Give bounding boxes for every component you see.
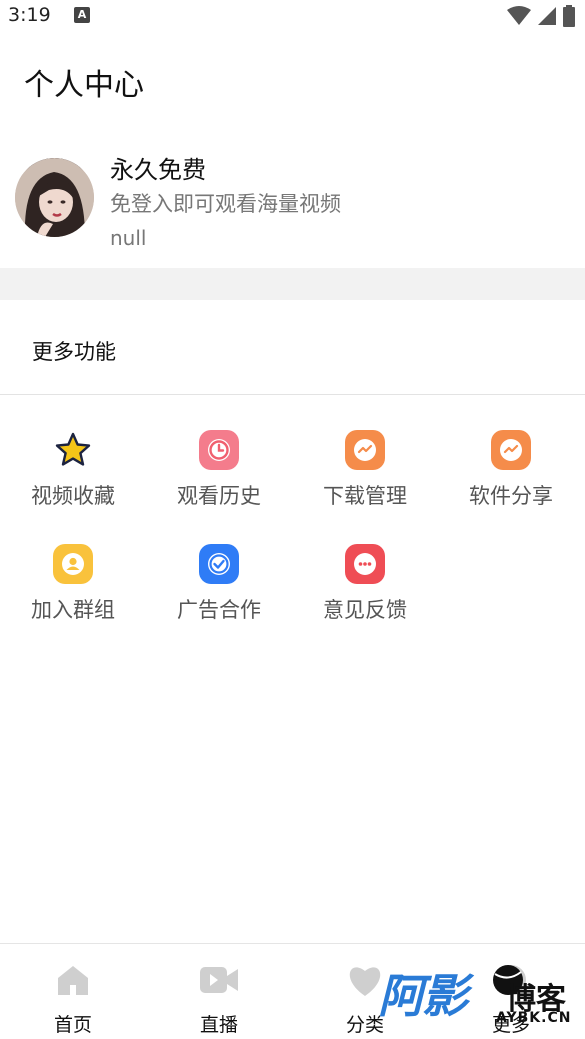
grid-item-downloads[interactable]: 下载管理 (292, 430, 438, 510)
grid-item-share[interactable]: 软件分享 (438, 430, 584, 510)
ellipsis-icon (345, 544, 385, 584)
grid-label: 软件分享 (469, 484, 553, 508)
avatar[interactable] (15, 158, 94, 237)
chat-bubble-icon (491, 430, 531, 470)
grid-item-ad-partnership[interactable]: 广告合作 (146, 544, 292, 624)
divider-line (0, 394, 585, 395)
section-title: 更多功能 (32, 340, 116, 364)
page-title: 个人中心 (24, 68, 144, 103)
grid-item-feedback[interactable]: 意见反馈 (292, 544, 438, 624)
watermark-text: 阿影 (378, 969, 468, 1023)
grid-label: 观看历史 (177, 484, 261, 508)
wifi-icon (507, 6, 531, 25)
tab-label: 直播 (199, 1014, 238, 1036)
clock-icon (199, 430, 239, 470)
watermark-logo: 阿影 博客 AYBK.CN (378, 965, 583, 1028)
battery-icon (563, 5, 575, 27)
user-icon (53, 544, 93, 584)
status-icons (507, 5, 575, 27)
check-circle-icon (199, 544, 239, 584)
grid-label: 加入群组 (31, 598, 115, 622)
section-divider (0, 268, 585, 300)
tab-live[interactable]: 直播 (146, 962, 292, 1037)
watermark-url: AYBK.CN (496, 1010, 572, 1026)
profile-name: 永久免费 (110, 156, 206, 184)
avatar-image (15, 158, 94, 237)
grid-label: 广告合作 (177, 598, 261, 622)
home-icon (0, 962, 146, 998)
grid-label: 下载管理 (323, 484, 407, 508)
signal-icon (538, 7, 556, 25)
star-icon (53, 430, 93, 470)
status-time: 3:19 (8, 4, 51, 26)
chat-bubble-icon (345, 430, 385, 470)
status-bar: 3:19 A (0, 0, 585, 34)
notification-a-icon: A (74, 7, 90, 23)
grid-label: 意见反馈 (323, 598, 407, 622)
profile-subtitle: 免登入即可观看海量视频 (110, 192, 341, 216)
grid-label: 视频收藏 (31, 484, 115, 508)
profile-card[interactable]: 永久免费 免登入即可观看海量视频 null (0, 150, 585, 260)
tab-home[interactable]: 首页 (0, 962, 146, 1037)
grid-item-history[interactable]: 观看历史 (146, 430, 292, 510)
video-icon (146, 962, 292, 998)
tab-label: 首页 (53, 1014, 92, 1036)
grid-item-join-group[interactable]: 加入群组 (0, 544, 146, 624)
profile-extra: null (110, 226, 147, 250)
grid-item-favorites[interactable]: 视频收藏 (0, 430, 146, 510)
